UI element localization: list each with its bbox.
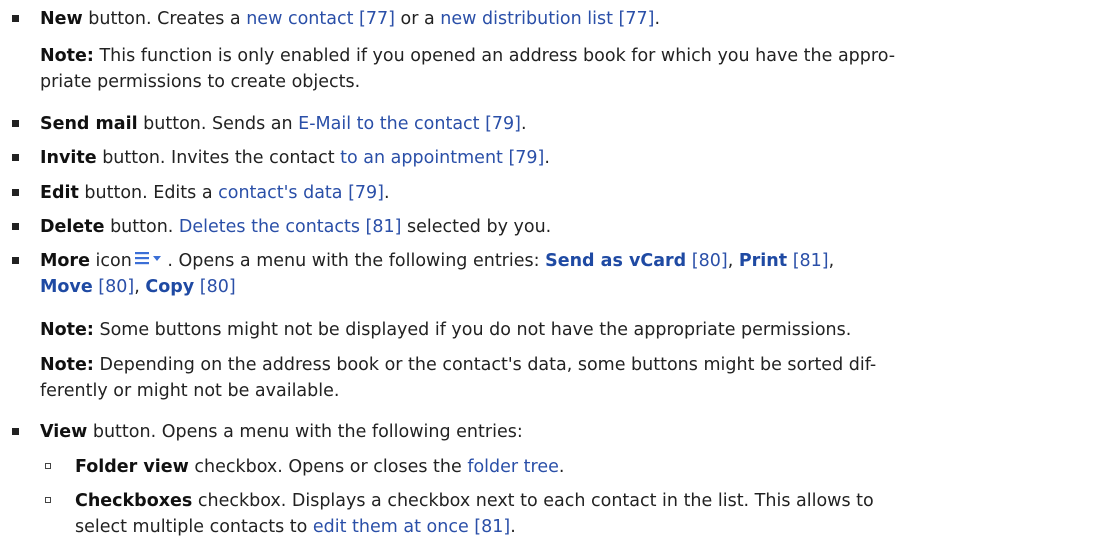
- note-permissions: Note: This function is only enabled if y…: [40, 46, 896, 92]
- link-email-contact[interactable]: E-Mail to the contact [79]: [298, 114, 521, 134]
- list-item-more: More icon . Opens a menu with the follow…: [12, 248, 1088, 300]
- bullet: [12, 428, 19, 435]
- bullet: [12, 223, 19, 230]
- list-item-new: New button. Creates a new contact [77] o…: [12, 6, 1088, 32]
- list-item-invite: Invite button. Invites the contact to an…: [12, 145, 1088, 171]
- more-menu-icon: [134, 248, 162, 274]
- term-new: New: [40, 9, 83, 29]
- sub-item-checkboxes: Checkboxes checkbox. Displays a checkbox…: [45, 488, 1088, 540]
- link-appointment[interactable]: to an appointment [79]: [340, 148, 544, 168]
- link-move[interactable]: Move: [40, 277, 93, 297]
- sub-bullet: [45, 497, 51, 503]
- link-new-contact[interactable]: new contact [77]: [246, 9, 395, 29]
- link-delete-contacts[interactable]: Deletes the contacts [81]: [179, 217, 402, 237]
- list-item-send-mail: Send mail button. Sends an E-Mail to the…: [12, 111, 1088, 137]
- bullet: [12, 189, 19, 196]
- sub-item-folder-view: Folder view checkbox. Opens or closes th…: [45, 454, 1088, 480]
- bullet: [12, 15, 19, 22]
- link-copy[interactable]: Copy: [145, 277, 194, 297]
- link-folder-tree[interactable]: folder tree: [467, 457, 559, 477]
- dropdown-triangle-icon: [152, 256, 161, 261]
- bullet: [12, 120, 19, 127]
- link-print[interactable]: Print: [739, 251, 787, 271]
- note-permissions-buttons: Note: Some buttons might not be displaye…: [40, 320, 852, 340]
- link-new-distribution-list[interactable]: new distribution list [77]: [440, 9, 654, 29]
- list-item-delete: Delete button. Deletes the contacts [81]…: [12, 214, 1088, 240]
- list-item-edit: Edit button. Edits a contact's data [79]…: [12, 180, 1088, 206]
- link-edit-at-once[interactable]: edit them at once [81]: [313, 517, 510, 537]
- bullet: [12, 257, 19, 264]
- menu-lines-icon: [134, 252, 161, 265]
- note-sorting: Note: Depending on the address book or t…: [40, 355, 877, 401]
- list-item-view: View button. Opens a menu with the follo…: [12, 419, 1088, 445]
- link-contact-data[interactable]: contact's data [79]: [218, 183, 384, 203]
- bullet: [12, 154, 19, 161]
- document-page: New button. Creates a new contact [77] o…: [0, 0, 1112, 545]
- sub-bullet: [45, 463, 51, 469]
- link-send-vcard[interactable]: Send as vCard: [545, 251, 686, 271]
